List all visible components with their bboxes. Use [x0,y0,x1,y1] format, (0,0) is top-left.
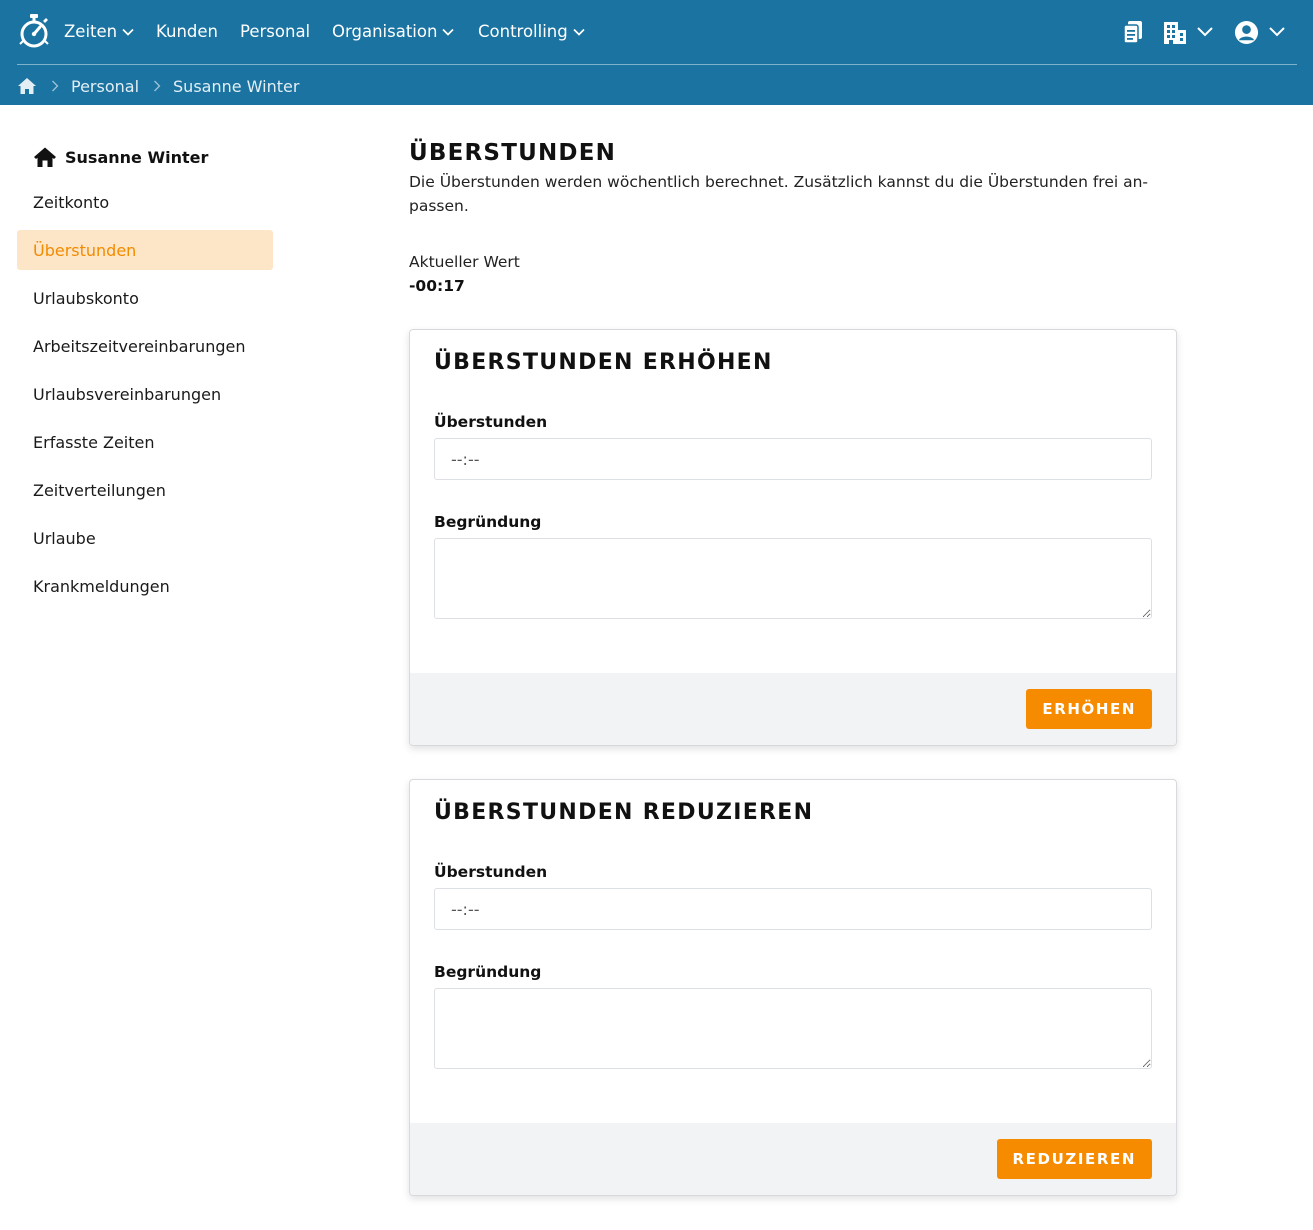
increase-button[interactable]: ERHÖHEN [1026,689,1152,729]
building-icon [1164,22,1186,44]
sidebar: Susanne Winter Zeitkonto Überstunden Url… [17,140,273,606]
current-value-label: Aktueller Wert [409,253,520,271]
nav-zeiten-label: Zeiten [64,22,118,41]
top-navigation-bar: Zeiten Kunden Personal Organisation Cont… [0,0,1313,105]
nav-zeiten[interactable]: Zeiten [64,20,134,44]
decrease-hours-label: Überstunden [434,863,548,881]
decrease-hours-input[interactable] [434,888,1152,930]
breadcrumb-susanne-winter[interactable]: Susanne Winter [173,77,299,96]
clipboard-icon[interactable] [1122,20,1144,44]
chevron-right-icon [52,80,59,92]
home-icon [34,147,56,167]
sidebar-title: Susanne Winter [65,147,209,167]
nav-kunden-label: Kunden [156,22,218,41]
nav-organisation-label: Organisation [332,22,438,41]
chevron-down-icon [573,28,585,36]
decrease-overtime-card: ÜBERSTUNDEN REDUZIEREN Überstunden Begrü… [409,779,1177,1196]
increase-card-title: ÜBERSTUNDEN ERHÖHEN [434,350,773,375]
sidebar-item-zeitkonto[interactable]: Zeitkonto [17,182,273,222]
nav-personal[interactable]: Personal [240,20,310,44]
sidebar-item-erfasste-zeiten[interactable]: Erfasste Zeiten [17,422,273,462]
nav-divider [17,64,1297,65]
main-nav: Zeiten Kunden Personal Organisation Cont… [0,0,1313,64]
decrease-card-footer: REDUZIEREN [410,1123,1176,1195]
sidebar-header: Susanne Winter [17,140,273,174]
breadcrumb-personal[interactable]: Personal [71,77,139,96]
nav-controlling-label: Controlling [478,22,568,41]
chevron-down-icon [442,28,455,36]
chevron-down-icon [1269,27,1285,37]
increase-reason-textarea[interactable] [434,538,1152,619]
chevron-down-icon [1197,27,1213,37]
sidebar-item-zeitverteilungen[interactable]: Zeitverteilungen [17,470,273,510]
home-icon[interactable] [17,76,37,96]
user-account-icon [1234,20,1259,45]
chevron-right-icon [154,80,161,92]
main-content: ÜBERSTUNDEN Die Überstunden werden wöche… [409,138,1177,298]
decrease-reason-label: Begründung [434,963,542,981]
sidebar-item-urlaubsvereinbarungen[interactable]: Urlaubsvereinbarungen [17,374,273,414]
page-title: ÜBERSTUNDEN [409,140,617,166]
chevron-down-icon [122,28,134,36]
user-menu[interactable] [1234,20,1288,46]
organisation-switcher[interactable] [1162,20,1216,46]
increase-overtime-card: ÜBERSTUNDEN ERHÖHEN Überstunden Begründu… [409,329,1177,746]
page-description: Die Überstunden werden wöchentlich berec… [409,173,1149,215]
sidebar-item-krankmeldungen[interactable]: Krankmeldungen [17,566,273,606]
nav-controlling[interactable]: Controlling [478,20,585,44]
sidebar-item-ueberstunden[interactable]: Überstunden [17,230,273,270]
sidebar-item-urlaube[interactable]: Urlaube [17,518,273,558]
current-value: -00:17 [409,277,465,295]
decrease-card-title: ÜBERSTUNDEN REDUZIEREN [434,800,814,825]
increase-reason-label: Begründung [434,513,542,531]
stopwatch-logo-icon[interactable] [18,14,50,48]
sidebar-item-arbeitszeitvereinbarungen[interactable]: Arbeitszeitvereinbarungen [17,326,273,366]
increase-card-footer: ERHÖHEN [410,673,1176,745]
increase-hours-input[interactable] [434,438,1152,480]
breadcrumb: Personal Susanne Winter [17,72,299,100]
increase-hours-label: Überstunden [434,413,548,431]
nav-organisation[interactable]: Organisation [332,20,455,44]
nav-personal-label: Personal [240,22,311,41]
decrease-button[interactable]: REDUZIEREN [996,1139,1152,1179]
decrease-reason-textarea[interactable] [434,988,1152,1069]
nav-kunden[interactable]: Kunden [156,20,218,44]
sidebar-item-urlaubskonto[interactable]: Urlaubskonto [17,278,273,318]
